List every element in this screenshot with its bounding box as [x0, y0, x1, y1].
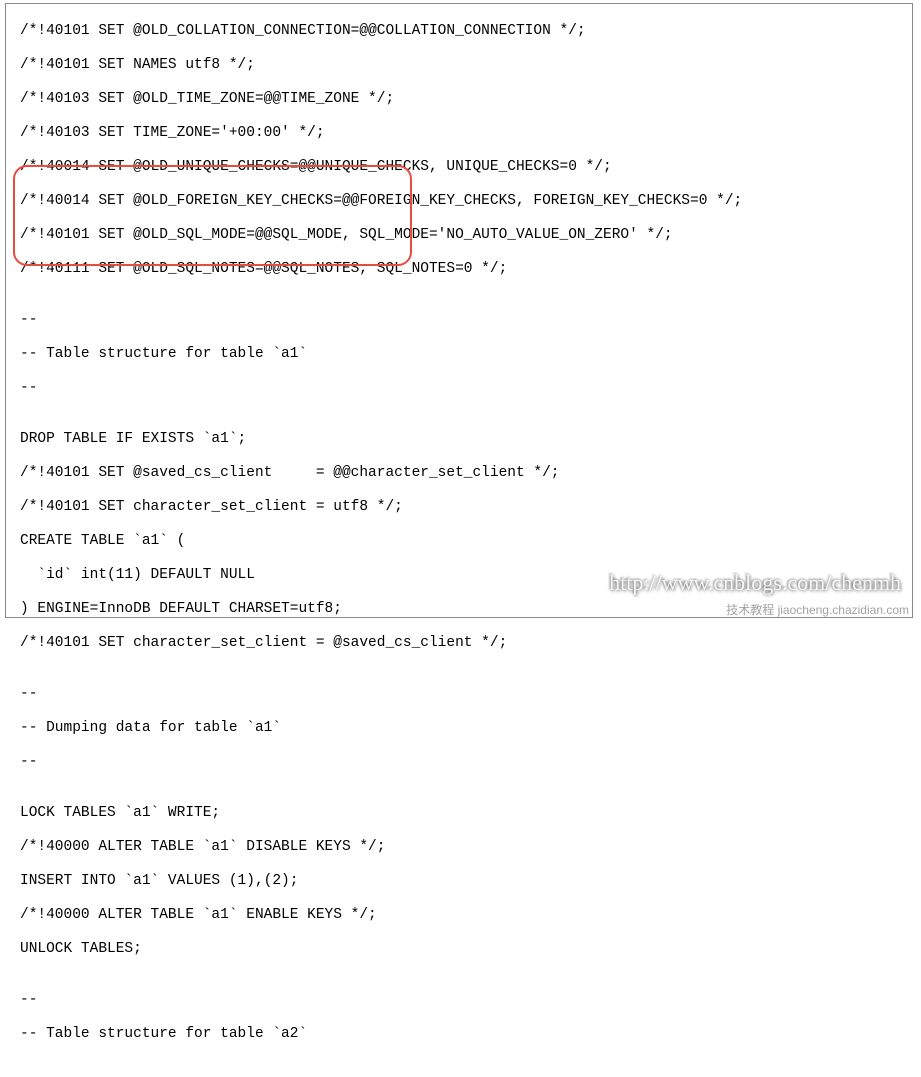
code-line: /*!40103 SET @OLD_TIME_ZONE=@@TIME_ZONE … — [20, 91, 898, 108]
code-line: UNLOCK TABLES; — [20, 941, 898, 958]
code-line: CREATE TABLE `a1` ( — [20, 533, 898, 550]
code-line: LOCK TABLES `a1` WRITE; — [20, 805, 898, 822]
code-line: DROP TABLE IF EXISTS `a1`; — [20, 431, 898, 448]
code-line: -- Table structure for table `a2` — [20, 1026, 898, 1043]
code-line: ) ENGINE=InnoDB DEFAULT CHARSET=utf8; — [20, 601, 898, 618]
code-line: -- Dumping data for table `a1` — [20, 720, 898, 737]
code-line: /*!40101 SET @saved_cs_client = @@charac… — [20, 465, 898, 482]
code-line: -- — [20, 686, 898, 703]
code-line: /*!40014 SET @OLD_FOREIGN_KEY_CHECKS=@@F… — [20, 193, 898, 210]
sql-dump-code: /*!40101 SET @OLD_COLLATION_CONNECTION=@… — [5, 3, 913, 618]
code-line: /*!40000 ALTER TABLE `a1` DISABLE KEYS *… — [20, 839, 898, 856]
code-line: -- — [20, 380, 898, 397]
code-line: -- Table structure for table `a1` — [20, 346, 898, 363]
code-line: /*!40014 SET @OLD_UNIQUE_CHECKS=@@UNIQUE… — [20, 159, 898, 176]
code-line: -- — [20, 754, 898, 771]
code-line: /*!40101 SET character_set_client = @sav… — [20, 635, 898, 652]
code-line: -- — [20, 992, 898, 1009]
code-line: /*!40101 SET @OLD_COLLATION_CONNECTION=@… — [20, 23, 898, 40]
code-line: /*!40103 SET TIME_ZONE='+00:00' */; — [20, 125, 898, 142]
code-line: `id` int(11) DEFAULT NULL — [20, 567, 898, 584]
code-line: /*!40101 SET character_set_client = utf8… — [20, 499, 898, 516]
code-line: /*!40101 SET @OLD_SQL_MODE=@@SQL_MODE, S… — [20, 227, 898, 244]
code-line: -- — [20, 312, 898, 329]
code-line: INSERT INTO `a1` VALUES (1),(2); — [20, 873, 898, 890]
code-line: /*!40111 SET @OLD_SQL_NOTES=@@SQL_NOTES,… — [20, 261, 898, 278]
code-line: /*!40101 SET NAMES utf8 */; — [20, 57, 898, 74]
highlight-annotation — [13, 165, 412, 266]
code-line: /*!40000 ALTER TABLE `a1` ENABLE KEYS */… — [20, 907, 898, 924]
